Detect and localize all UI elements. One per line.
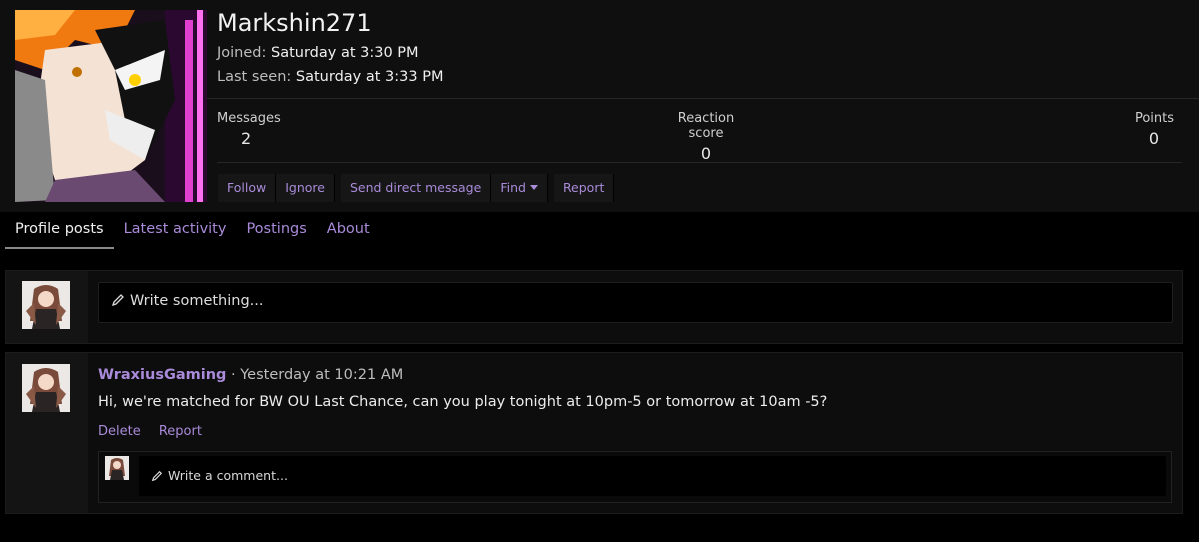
follow-ignore-group: Follow Ignore	[218, 174, 335, 202]
stat-messages[interactable]: Messages 2	[217, 111, 281, 148]
profile-post: WraxiusGaming · Yesterday at 10:21 AM Hi…	[5, 352, 1183, 514]
post-author-avatar[interactable]	[22, 364, 70, 412]
pencil-icon	[151, 470, 163, 482]
current-user-avatar[interactable]	[22, 281, 70, 329]
write-comment-input[interactable]: Write a comment...	[139, 456, 1166, 496]
pencil-icon	[111, 294, 124, 307]
send-direct-message-button[interactable]: Send direct message	[340, 174, 492, 202]
tab-latest-activity[interactable]: Latest activity	[114, 212, 237, 249]
stat-reaction-score[interactable]: Reaction score 0	[662, 111, 750, 163]
header-divider	[207, 98, 1199, 99]
profile-avatar[interactable]	[15, 10, 207, 202]
post-actions: Delete Report	[98, 424, 216, 439]
stats-divider	[217, 162, 1182, 163]
joined-info: Joined: Saturday at 3:30 PM	[217, 45, 419, 61]
profile-username: Markshin271	[217, 9, 372, 37]
profile-header: Markshin271 Joined: Saturday at 3:30 PM …	[0, 0, 1199, 212]
report-profile-button[interactable]: Report	[553, 174, 615, 202]
stat-points[interactable]: Points 0	[1120, 111, 1174, 148]
delete-post-link[interactable]: Delete	[98, 424, 141, 439]
message-find-group: Send direct message Find	[340, 174, 548, 202]
find-menu-button[interactable]: Find	[491, 174, 548, 202]
current-user-avatar-image	[22, 281, 70, 329]
follow-button[interactable]: Follow	[218, 174, 277, 202]
comment-box: Write a comment...	[98, 451, 1172, 503]
post-header: WraxiusGaming · Yesterday at 10:21 AM	[98, 367, 403, 383]
report-group: Report	[553, 174, 615, 202]
profile-avatar-image	[15, 10, 207, 202]
stat-points-label: Points	[1134, 111, 1174, 126]
stat-messages-label: Messages	[217, 111, 281, 126]
comment-user-avatar[interactable]	[105, 456, 129, 480]
write-comment-placeholder: Write a comment...	[168, 468, 288, 483]
last-seen-value: Saturday at 3:33 PM	[295, 69, 444, 85]
joined-label: Joined:	[217, 45, 267, 61]
profile-tabs: Profile posts Latest activity Postings A…	[5, 212, 380, 249]
ignore-button[interactable]: Ignore	[276, 174, 335, 202]
joined-value: Saturday at 3:30 PM	[271, 45, 419, 61]
tab-about[interactable]: About	[317, 212, 380, 249]
stat-messages-value: 2	[241, 129, 252, 148]
profile-post-compose: Write something...	[5, 270, 1183, 344]
comment-user-avatar-image	[105, 456, 129, 480]
find-label: Find	[500, 180, 526, 195]
write-something-input[interactable]: Write something...	[98, 282, 1173, 323]
post-timestamp[interactable]: Yesterday at 10:21 AM	[240, 367, 403, 383]
last-seen-info: Last seen: Saturday at 3:33 PM	[217, 69, 443, 85]
profile-action-bar: Follow Ignore Send direct message Find R…	[218, 174, 620, 202]
post-author-name[interactable]: WraxiusGaming	[98, 367, 226, 383]
tab-profile-posts[interactable]: Profile posts	[5, 212, 114, 249]
stat-reaction-value: 0	[700, 144, 712, 163]
caret-down-icon	[529, 185, 538, 190]
stat-points-value: 0	[1148, 129, 1160, 148]
post-body: Hi, we're matched for BW OU Last Chance,…	[98, 394, 828, 410]
write-something-placeholder: Write something...	[130, 293, 264, 309]
last-seen-label: Last seen:	[217, 69, 292, 85]
tab-postings[interactable]: Postings	[236, 212, 316, 249]
report-post-link[interactable]: Report	[159, 424, 202, 439]
stat-reaction-label: Reaction score	[677, 111, 735, 141]
post-header-separator: ·	[231, 367, 236, 383]
post-author-avatar-image	[22, 364, 70, 412]
